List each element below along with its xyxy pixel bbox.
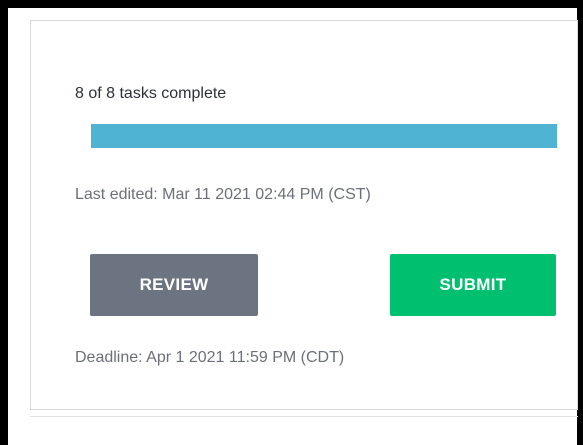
deadline-timestamp: Deadline: Apr 1 2021 11:59 PM (CDT) [75, 349, 345, 366]
submit-button[interactable]: SUBMIT [390, 254, 556, 316]
last-edited-timestamp: Last edited: Mar 11 2021 02:44 PM (CST) [75, 186, 371, 203]
tasks-complete-label: 8 of 8 tasks complete [75, 85, 227, 102]
tasks-progress-bar [91, 124, 557, 148]
window-frame: 8 of 8 tasks complete Last edited: Mar 1… [8, 8, 578, 445]
card-divider [30, 416, 578, 417]
tasks-progress-fill [91, 124, 557, 148]
task-progress-card: 8 of 8 tasks complete Last edited: Mar 1… [30, 20, 578, 410]
review-button[interactable]: REVIEW [90, 254, 258, 316]
